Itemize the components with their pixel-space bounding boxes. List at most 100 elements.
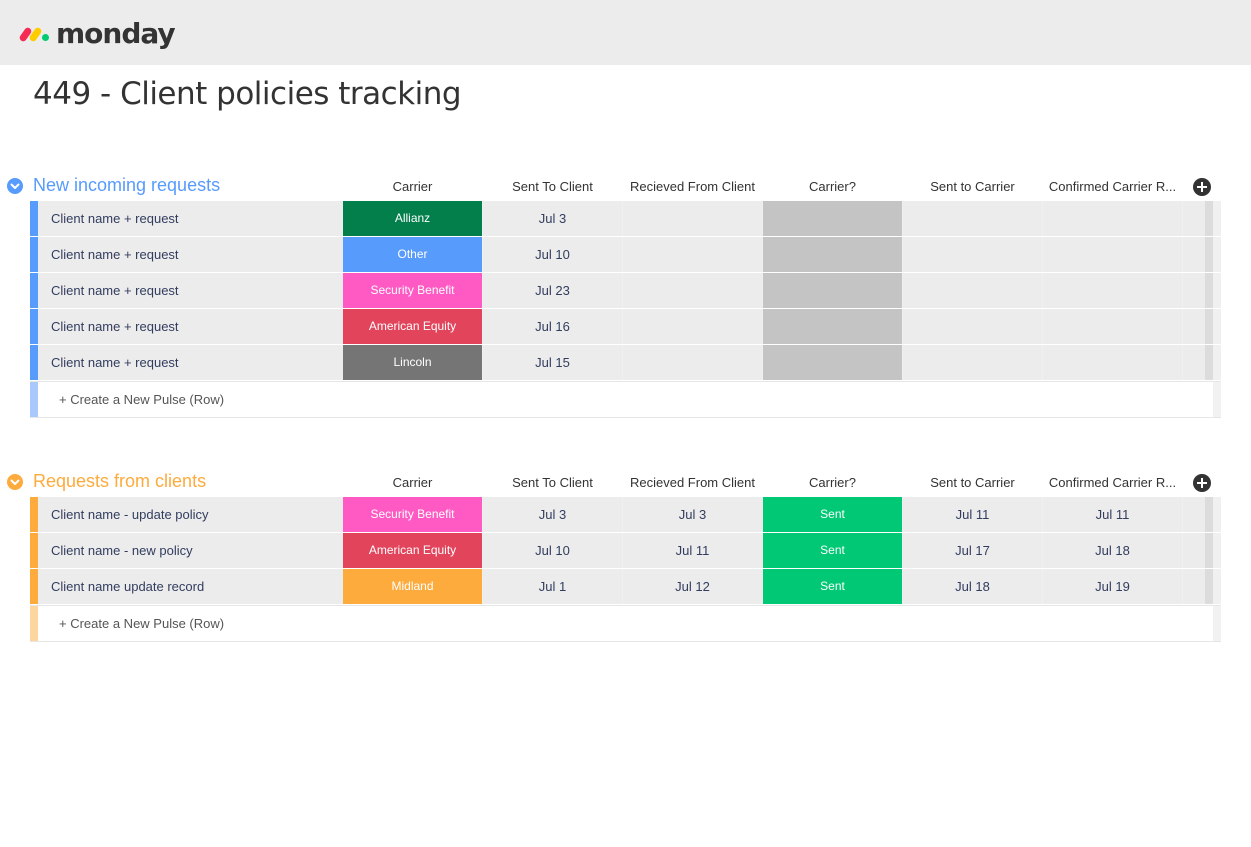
carrier-sent-status-cell[interactable] bbox=[763, 201, 902, 236]
table-row[interactable]: Client name + request Lincoln Jul 15 bbox=[30, 345, 1221, 380]
column-header[interactable]: Carrier? bbox=[763, 475, 902, 490]
row-end-cell bbox=[1183, 201, 1213, 236]
row-end-cell bbox=[1183, 533, 1213, 568]
date-cell[interactable]: Jul 23 bbox=[483, 273, 622, 308]
carrier-status-cell[interactable]: Allianz bbox=[343, 201, 482, 236]
date-cell[interactable]: Jul 3 bbox=[483, 201, 622, 236]
carrier-sent-status-cell[interactable] bbox=[763, 345, 902, 380]
column-header[interactable]: Sent to Carrier bbox=[903, 475, 1042, 490]
column-header[interactable]: Carrier? bbox=[763, 179, 902, 194]
carrier-sent-status-cell[interactable]: Sent bbox=[763, 569, 902, 604]
add-column-icon[interactable] bbox=[1193, 178, 1211, 196]
top-bar: monday bbox=[0, 0, 1251, 65]
date-cell[interactable]: Jul 15 bbox=[483, 345, 622, 380]
date-cell[interactable]: Jul 18 bbox=[903, 569, 1042, 604]
chevron-down-icon[interactable] bbox=[7, 178, 23, 194]
row-color-stripe bbox=[30, 273, 38, 308]
date-cell[interactable] bbox=[623, 345, 762, 380]
date-cell[interactable]: Jul 11 bbox=[1043, 497, 1182, 532]
carrier-sent-status-cell[interactable]: Sent bbox=[763, 497, 902, 532]
date-cell[interactable]: Jul 11 bbox=[623, 533, 762, 568]
date-cell[interactable] bbox=[623, 309, 762, 344]
row-end-cell bbox=[1183, 273, 1213, 308]
date-cell[interactable]: Jul 19 bbox=[1043, 569, 1182, 604]
date-cell[interactable]: Jul 11 bbox=[903, 497, 1042, 532]
row-color-stripe bbox=[30, 382, 38, 417]
add-column-icon[interactable] bbox=[1193, 474, 1211, 492]
date-cell[interactable]: Jul 10 bbox=[483, 237, 622, 272]
carrier-sent-status-cell[interactable] bbox=[763, 237, 902, 272]
carrier-sent-status-cell[interactable]: Sent bbox=[763, 533, 902, 568]
row-name[interactable]: Client name + request bbox=[38, 309, 343, 344]
row-color-stripe bbox=[30, 309, 38, 344]
date-cell[interactable] bbox=[1043, 273, 1182, 308]
table-row[interactable]: Client name - new policy American Equity J… bbox=[30, 533, 1221, 568]
row-color-stripe bbox=[30, 201, 38, 236]
date-cell[interactable] bbox=[623, 201, 762, 236]
column-header[interactable]: Carrier bbox=[343, 475, 482, 490]
carrier-status-cell[interactable]: American Equity bbox=[343, 309, 482, 344]
create-row[interactable]: + Create a New Pulse (Row) bbox=[30, 605, 1221, 642]
column-header[interactable]: Sent to Carrier bbox=[903, 179, 1042, 194]
date-cell[interactable]: Jul 10 bbox=[483, 533, 622, 568]
carrier-status-cell[interactable]: Midland bbox=[343, 569, 482, 604]
date-cell[interactable] bbox=[903, 309, 1042, 344]
date-cell[interactable] bbox=[903, 237, 1042, 272]
row-name[interactable]: Client name update record bbox=[38, 569, 343, 604]
row-name[interactable]: Client name + request bbox=[38, 345, 343, 380]
row-end-cell bbox=[1183, 309, 1213, 344]
row-name[interactable]: Client name + request bbox=[38, 201, 343, 236]
monday-logo-icon bbox=[18, 22, 50, 44]
table-row[interactable]: Client name + request Other Jul 10 bbox=[30, 237, 1221, 272]
table-row[interactable]: Client name update record Midland Jul 1 Jul… bbox=[30, 569, 1221, 604]
date-cell[interactable]: Jul 3 bbox=[483, 497, 622, 532]
row-name[interactable]: Client name + request bbox=[38, 237, 343, 272]
row-end-cell bbox=[1183, 569, 1213, 604]
date-cell[interactable] bbox=[623, 273, 762, 308]
date-cell[interactable]: Jul 17 bbox=[903, 533, 1042, 568]
carrier-status-cell[interactable]: Lincoln bbox=[343, 345, 482, 380]
date-cell[interactable]: Jul 12 bbox=[623, 569, 762, 604]
date-cell[interactable]: Jul 18 bbox=[1043, 533, 1182, 568]
date-cell[interactable] bbox=[1043, 237, 1182, 272]
carrier-status-cell[interactable]: Security Benefit bbox=[343, 497, 482, 532]
date-cell[interactable] bbox=[623, 237, 762, 272]
date-cell[interactable] bbox=[903, 345, 1042, 380]
date-cell[interactable] bbox=[1043, 345, 1182, 380]
table-row[interactable]: Client name + request Security Benefit Jul… bbox=[30, 273, 1221, 308]
carrier-status-cell[interactable]: Security Benefit bbox=[343, 273, 482, 308]
column-header[interactable]: Confirmed Carrier R... bbox=[1043, 475, 1182, 490]
create-row[interactable]: + Create a New Pulse (Row) bbox=[30, 381, 1221, 418]
carrier-sent-status-cell[interactable] bbox=[763, 273, 902, 308]
table-row[interactable]: Client name + request Allianz Jul 3 bbox=[30, 201, 1221, 236]
date-cell[interactable]: Jul 1 bbox=[483, 569, 622, 604]
monday-logo[interactable]: monday bbox=[18, 16, 176, 50]
create-new-pulse-button[interactable]: + Create a New Pulse (Row) bbox=[59, 382, 224, 417]
group-title[interactable]: New incoming requests bbox=[33, 175, 220, 196]
date-cell[interactable] bbox=[903, 273, 1042, 308]
column-header[interactable]: Recieved From Client bbox=[623, 179, 762, 194]
date-cell[interactable]: Jul 16 bbox=[483, 309, 622, 344]
carrier-sent-status-cell[interactable] bbox=[763, 309, 902, 344]
group-title[interactable]: Requests from clients bbox=[33, 471, 206, 492]
table-row[interactable]: Client name - update policy Security Bene… bbox=[30, 497, 1221, 532]
table-row[interactable]: Client name + request American Equity Jul … bbox=[30, 309, 1221, 344]
date-cell[interactable] bbox=[1043, 201, 1182, 236]
column-header[interactable]: Confirmed Carrier R... bbox=[1043, 179, 1182, 194]
date-cell[interactable] bbox=[903, 201, 1042, 236]
board-title[interactable]: 449 - Client policies tracking bbox=[33, 76, 462, 112]
column-header[interactable]: Carrier bbox=[343, 179, 482, 194]
chevron-down-icon[interactable] bbox=[7, 474, 23, 490]
column-header[interactable]: Recieved From Client bbox=[623, 475, 762, 490]
row-color-stripe bbox=[30, 569, 38, 604]
column-header[interactable]: Sent To Client bbox=[483, 475, 622, 490]
row-name[interactable]: Client name + request bbox=[38, 273, 343, 308]
row-name[interactable]: Client name - update policy bbox=[38, 497, 343, 532]
date-cell[interactable]: Jul 3 bbox=[623, 497, 762, 532]
carrier-status-cell[interactable]: Other bbox=[343, 237, 482, 272]
column-header[interactable]: Sent To Client bbox=[483, 179, 622, 194]
row-name[interactable]: Client name - new policy bbox=[38, 533, 343, 568]
create-new-pulse-button[interactable]: + Create a New Pulse (Row) bbox=[59, 606, 224, 641]
carrier-status-cell[interactable]: American Equity bbox=[343, 533, 482, 568]
date-cell[interactable] bbox=[1043, 309, 1182, 344]
